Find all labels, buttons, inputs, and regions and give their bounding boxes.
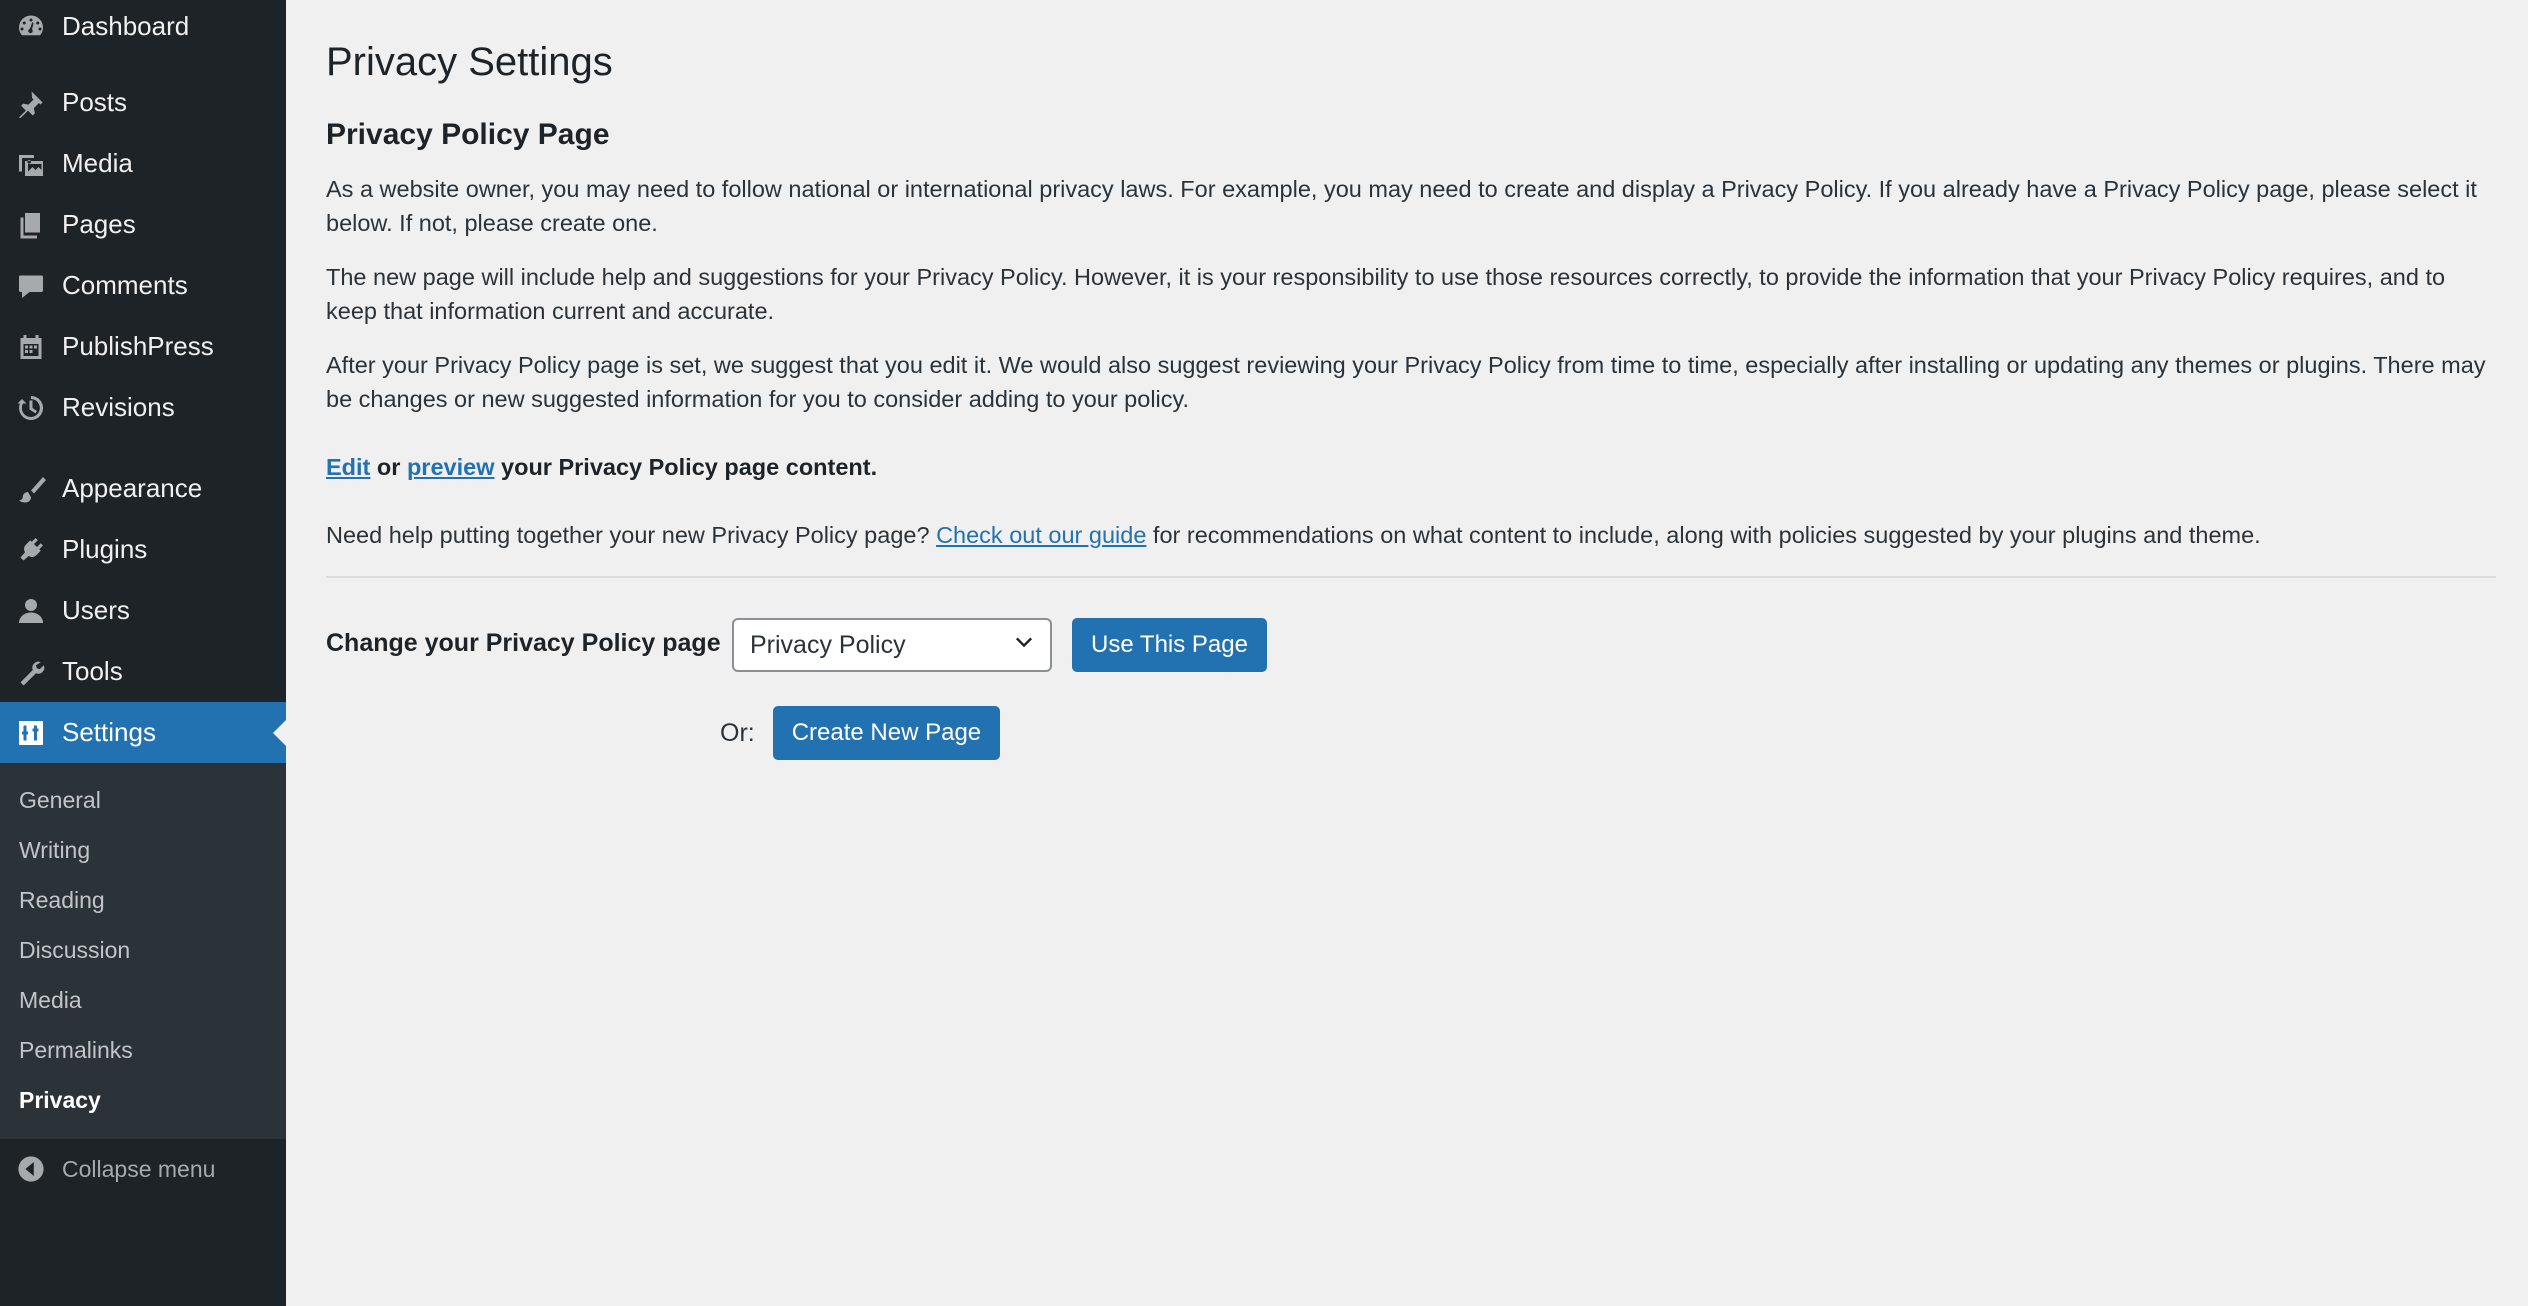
menu-label: Posts [62,87,128,117]
wrench-icon [0,657,62,687]
submenu-item-general[interactable]: General [0,775,286,825]
edit-preview-line: Edit or preview your Privacy Policy page… [326,450,2496,484]
submenu-item-permalinks[interactable]: Permalinks [0,1025,286,1075]
collapse-label: Collapse menu [62,1155,216,1182]
menu-label: Media [62,148,133,178]
section-title: Privacy Policy Page [326,118,610,151]
collapse-icon [0,1155,62,1183]
menu-item-publishpress[interactable]: PublishPress [0,316,286,377]
help-suffix-text: for recommendations on what content to i… [1146,522,2261,548]
history-icon [0,393,62,423]
submenu-item-reading[interactable]: Reading [0,875,286,925]
create-row: Or: Create New Page [720,706,1267,760]
calendar-icon [0,332,62,362]
menu-label: PublishPress [62,331,214,361]
edit-or-text: or [370,454,407,480]
media-icon [0,149,62,179]
comment-icon [0,271,62,301]
menu-item-users[interactable]: Users [0,580,286,641]
menu-label: Pages [62,209,136,239]
use-this-page-button[interactable]: Use This Page [1072,618,1267,672]
menu-item-appearance[interactable]: Appearance [0,458,286,519]
settings-submenu: General Writing Reading Discussion Media… [0,763,286,1139]
privacy-page-form: Change your Privacy Policy page Privacy … [326,618,2496,760]
menu-label: Comments [62,270,188,300]
menu-item-dashboard[interactable]: Dashboard [0,0,286,52]
menu-item-comments[interactable]: Comments [0,255,286,316]
edit-suffix-text: your Privacy Policy page content. [494,454,878,480]
user-icon [0,596,62,626]
menu-label: Revisions [62,392,175,422]
submenu-item-discussion[interactable]: Discussion [0,925,286,975]
edit-advice-paragraph: After your Privacy Policy page is set, w… [326,352,2486,412]
admin-sidebar: Dashboard Posts Media Pages Comments Pub… [0,0,286,1306]
menu-label: Tools [62,656,123,686]
collapse-menu-button[interactable]: Collapse menu [0,1139,286,1199]
form-controls: Privacy Policy Use This Page Or: Create … [720,618,1267,760]
brush-icon [0,474,62,504]
pin-icon [0,88,62,118]
change-page-label: Change your Privacy Policy page [326,629,721,657]
or-label: Or: [720,718,755,747]
help-line: Need help putting together your new Priv… [326,518,2496,552]
settings-icon [0,718,62,748]
menu-item-revisions[interactable]: Revisions [0,377,286,438]
preview-link[interactable]: preview [407,454,495,480]
menu-item-settings[interactable]: Settings [0,702,286,763]
submenu-item-privacy[interactable]: Privacy [0,1075,286,1125]
menu-separator [0,438,286,458]
chevron-down-icon [1012,630,1036,661]
menu-label: Plugins [62,534,148,564]
pages-icon [0,210,62,240]
menu-item-posts[interactable]: Posts [0,72,286,133]
select-row: Privacy Policy Use This Page [732,618,1267,672]
menu-label: Appearance [62,473,203,503]
main-content: Privacy Settings Privacy Policy Page As … [326,0,2496,760]
guide-link[interactable]: Check out our guide [936,522,1146,548]
menu-item-pages[interactable]: Pages [0,194,286,255]
menu-label: Settings [62,717,156,747]
admin-menu: Dashboard Posts Media Pages Comments Pub… [0,0,286,763]
menu-label: Dashboard [62,10,190,41]
submenu-item-media[interactable]: Media [0,975,286,1025]
intro-paragraph: As a website owner, you may need to foll… [326,176,2477,236]
menu-label: Users [62,595,130,625]
menu-separator [0,52,286,72]
help-prefix-text: Need help putting together your new Priv… [326,522,937,548]
dashboard-icon [0,11,62,41]
privacy-page-select[interactable]: Privacy Policy [732,618,1052,672]
suggestions-paragraph: The new page will include help and sugge… [326,264,2446,324]
submenu-item-writing[interactable]: Writing [0,825,286,875]
create-new-page-button[interactable]: Create New Page [772,706,1001,760]
menu-item-media[interactable]: Media [0,133,286,194]
menu-item-tools[interactable]: Tools [0,641,286,702]
edit-link[interactable]: Edit [326,454,370,480]
divider [326,576,2496,578]
plug-icon [0,535,62,565]
menu-item-plugins[interactable]: Plugins [0,519,286,580]
page-title: Privacy Settings [326,40,613,84]
select-value: Privacy Policy [750,630,906,659]
